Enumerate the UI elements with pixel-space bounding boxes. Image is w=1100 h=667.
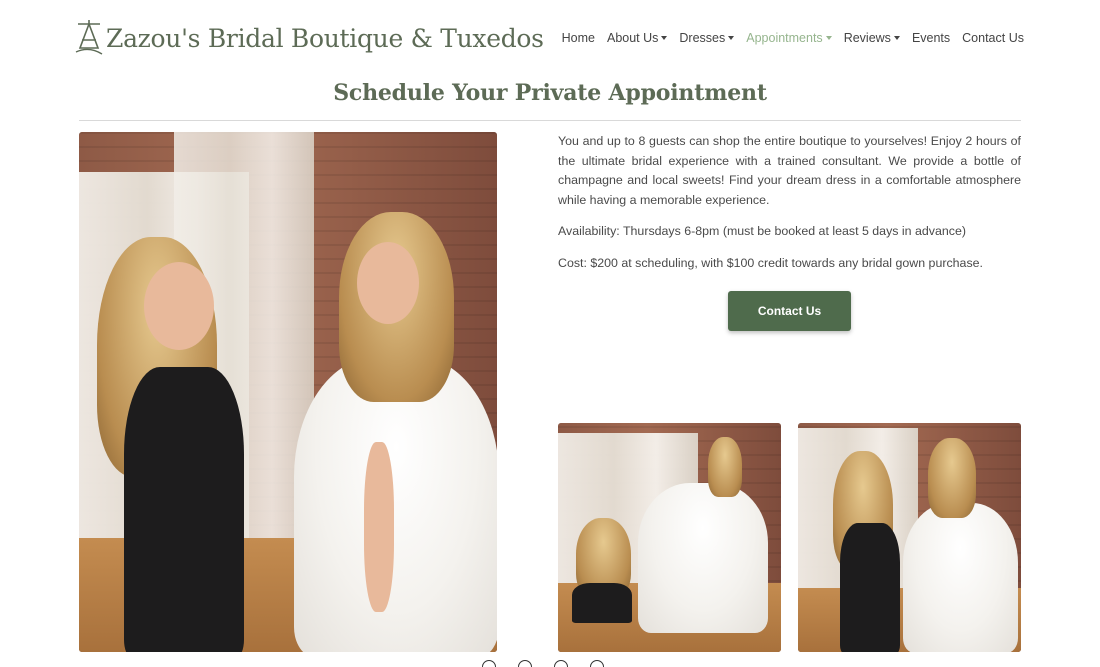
main-photo — [79, 132, 497, 652]
nav-item-about-us[interactable]: About Us — [606, 31, 668, 45]
title-divider — [79, 120, 1021, 121]
nav-label: Dresses — [679, 31, 726, 45]
nav-item-reviews[interactable]: Reviews — [844, 31, 900, 45]
site-logo-text: Zazou's Bridal Boutique & Tuxedos — [106, 23, 544, 53]
nav-label: Events — [911, 31, 951, 45]
photo-wedding-gown — [638, 483, 768, 633]
photo-small-2 — [798, 423, 1021, 652]
photo-arm — [364, 442, 394, 612]
carousel-indicators — [482, 660, 604, 667]
caret-down-icon — [825, 36, 832, 40]
photo-face — [144, 262, 214, 350]
carousel-dot[interactable] — [590, 660, 604, 667]
photo-face — [357, 242, 419, 324]
photo-hair — [708, 437, 742, 497]
carousel-dot[interactable] — [482, 660, 496, 667]
contact-us-button[interactable]: Contact Us — [728, 291, 851, 331]
nav-label: About Us — [606, 31, 659, 45]
intro-paragraph: You and up to 8 guests can shop the enti… — [558, 134, 1021, 207]
dress-hanger-icon — [75, 20, 103, 55]
caret-down-icon — [661, 36, 668, 40]
nav-label: Home — [561, 31, 595, 45]
site-logo[interactable]: Zazou's Bridal Boutique & Tuxedos — [72, 16, 544, 60]
page-title: Schedule Your Private Appointment — [333, 80, 767, 106]
photo-wedding-gown — [903, 503, 1018, 652]
photo-black-dress — [572, 583, 632, 623]
cost-text: Cost: $200 at scheduling, with $100 cred… — [558, 256, 983, 270]
nav-label: Reviews — [843, 31, 891, 45]
site-header: Zazou's Bridal Boutique & Tuxedos Home A… — [0, 0, 1100, 78]
photo-black-dress — [124, 367, 244, 652]
caret-down-icon — [728, 36, 735, 40]
nav-item-dresses[interactable]: Dresses — [679, 31, 735, 45]
nav-item-contact-us[interactable]: Contact Us — [962, 31, 1024, 45]
nav-label: Appointments — [746, 31, 823, 45]
caret-down-icon — [893, 36, 900, 40]
photo-small-1 — [558, 423, 781, 652]
availability-text: Availability: Thursdays 6-8pm (must be b… — [558, 224, 966, 238]
nav-item-home[interactable]: Home — [562, 31, 595, 45]
nav-item-appointments[interactable]: Appointments — [746, 31, 832, 45]
photo-black-dress — [840, 523, 900, 652]
carousel-dot[interactable] — [518, 660, 532, 667]
nav-label: Contact Us — [962, 31, 1024, 45]
photo-hair — [928, 438, 976, 518]
main-nav: Home About Us Dresses Appointments Revie… — [550, 31, 1024, 45]
carousel-dot[interactable] — [554, 660, 568, 667]
nav-item-events[interactable]: Events — [912, 31, 950, 45]
